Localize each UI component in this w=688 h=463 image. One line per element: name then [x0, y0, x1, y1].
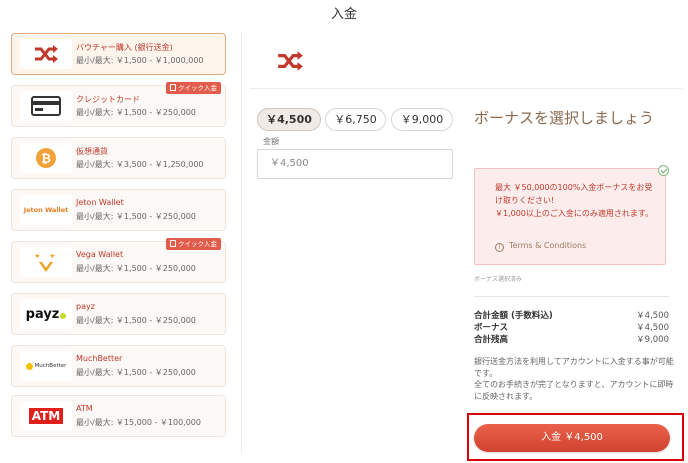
svg-text:₿: ₿ [41, 152, 51, 166]
method-atm[interactable]: ATM ATM 最小/最大: ￥15,000 - ￥100,000 [11, 395, 226, 437]
quick-deposit-badge: クイック入金 [166, 238, 221, 250]
bonus-selected-note: ボーナス選択済み [474, 276, 523, 283]
summary-label: ボーナス [474, 323, 509, 333]
method-voucher-bank[interactable]: バウチャー購入 (銀行送金) 最小/最大: ￥1,500 - ￥1,000,00… [11, 33, 226, 75]
summary-label: 合計残高 [474, 335, 509, 345]
header-divider [250, 88, 683, 89]
method-name: クレジットカード [76, 95, 140, 104]
method-payz[interactable]: payz payz 最小/最大: ￥1,500 - ￥250,000 [11, 293, 226, 335]
bank-transfer-notice: 銀行送金方法を利用してアカウントに入金する事が可能です。 全てのお手続きが完了と… [474, 356, 674, 402]
method-name: バウチャー購入 (銀行送金) [76, 43, 173, 52]
summary-row-bonus: ボーナス ￥4,500 [474, 321, 669, 333]
quick-deposit-badge: クイック入金 [166, 82, 221, 94]
phone-icon [170, 240, 176, 247]
method-range: 最小/最大: ￥1,500 - ￥1,000,000 [76, 56, 204, 65]
method-range: 最小/最大: ￥1,500 - ￥250,000 [76, 264, 196, 273]
method-range: 最小/最大: ￥1,500 - ￥250,000 [76, 316, 196, 325]
method-credit-card[interactable]: クレジットカード 最小/最大: ￥1,500 - ￥250,000 クイック入金 [11, 82, 226, 127]
deposit-button[interactable]: 入金 ￥4,500 [474, 424, 670, 452]
payz-logo: payz [20, 299, 72, 329]
quick-badge-label: クイック入金 [178, 84, 217, 92]
terms-link[interactable]: i Terms & Conditions [495, 241, 586, 252]
summary-row-balance: 合計残高 ￥9,000 [474, 333, 669, 345]
method-name: Vega Wallet [76, 250, 124, 259]
amount-input[interactable]: ￥4,500 [257, 149, 453, 179]
atm-logo: ATM [20, 401, 72, 431]
method-range: 最小/最大: ￥3,500 - ￥1,250,000 [76, 160, 204, 169]
method-range: 最小/最大: ￥1,500 - ￥250,000 [76, 212, 196, 221]
summary-value: ￥4,500 [636, 311, 669, 321]
vega-logo [20, 247, 72, 277]
method-crypto[interactable]: ₿ 仮想通貨 最小/最大: ￥3,500 - ￥1,250,000 [11, 137, 226, 179]
page-title: 入金 [330, 7, 357, 22]
notice-line: 銀行送金方法を利用してアカウントに入金する事が可能です。 [474, 357, 674, 378]
method-name: Jeton Wallet [76, 198, 124, 207]
summary-label: 合計金額 (手数料込) [474, 311, 553, 321]
quick-badge-label: クイック入金 [178, 240, 217, 248]
selected-method-icon [276, 49, 304, 73]
bonus-card[interactable]: 最大 ￥50,000の100%入金ボーナスをお受け取りください! ￥1,000以… [474, 165, 669, 265]
method-jeton-wallet[interactable]: Jeton Wallet Jeton Wallet 最小/最大: ￥1,500 … [11, 189, 226, 231]
info-icon: i [495, 243, 504, 252]
column-divider [241, 33, 242, 453]
bonus-title: ボーナスを選択しましょう [474, 109, 655, 127]
summary-divider [474, 296, 669, 297]
summary-value: ￥4,500 [636, 323, 669, 333]
shuffle-icon [20, 39, 72, 69]
notice-line: 全てのお手続きが完了となりますと、アカウントに即時に反映されます。 [474, 380, 674, 401]
phone-icon [170, 84, 176, 91]
method-name: ATM [76, 404, 93, 413]
bonus-description: 最大 ￥50,000の100%入金ボーナスをお受け取りください! ￥1,000以… [495, 181, 655, 220]
method-name: MuchBetter [76, 354, 123, 363]
summary-value: ￥9,000 [636, 335, 669, 345]
bitcoin-icon: ₿ [20, 143, 72, 173]
shuffle-icon [278, 51, 303, 71]
terms-label: Terms & Conditions [509, 241, 587, 250]
amount-chip-6750[interactable]: ￥6,750 [325, 108, 386, 131]
method-muchbetter[interactable]: MuchBetter MuchBetter 最小/最大: ￥1,500 - ￥2… [11, 345, 226, 387]
jeton-logo: Jeton Wallet [20, 195, 72, 225]
bonus-line: ￥1,000以上のご入金にのみ適用されます。 [495, 209, 654, 218]
amount-label: 金額 [263, 137, 279, 146]
method-range: 最小/最大: ￥15,000 - ￥100,000 [76, 418, 201, 427]
check-icon [658, 165, 669, 176]
amount-chip-4500[interactable]: ￥4,500 [257, 108, 321, 131]
muchbetter-logo: MuchBetter [20, 351, 72, 381]
amount-chip-9000[interactable]: ￥9,000 [391, 108, 453, 131]
method-name: 仮想通貨 [76, 147, 108, 156]
summary-row-total: 合計金額 (手数料込) ￥4,500 [474, 309, 669, 321]
bonus-line: 最大 ￥50,000の100%入金ボーナスをお受け取りください! [495, 183, 653, 205]
method-vega-wallet[interactable]: Vega Wallet 最小/最大: ￥1,500 - ￥250,000 クイッ… [11, 238, 226, 283]
method-range: 最小/最大: ￥1,500 - ￥250,000 [76, 368, 196, 377]
method-name: payz [76, 302, 95, 311]
credit-card-icon [20, 91, 72, 121]
method-range: 最小/最大: ￥1,500 - ￥250,000 [76, 108, 196, 117]
